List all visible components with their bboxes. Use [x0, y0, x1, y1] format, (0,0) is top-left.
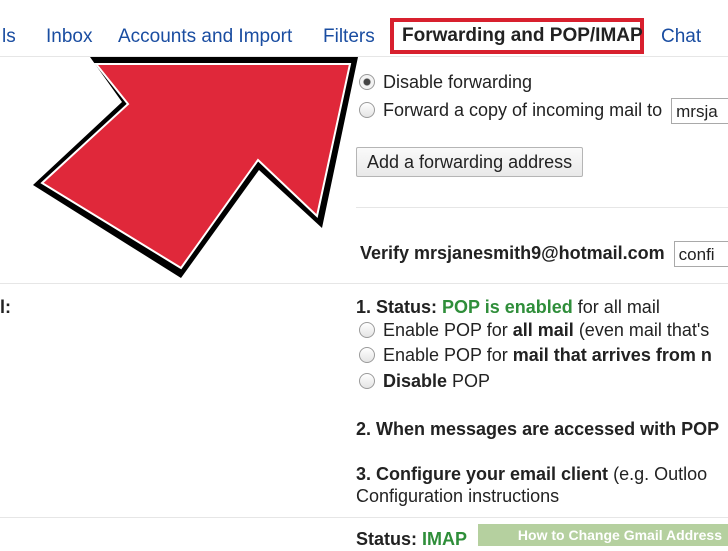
forward-copy-radio[interactable]: [359, 102, 375, 118]
pop-new-mail-option[interactable]: Enable POP for mail that arrives from n: [359, 343, 712, 367]
verify-label: Verify mrsjanesmith9@hotmail.com: [360, 243, 665, 263]
imap-status: Status: IMAP: [356, 527, 467, 551]
add-forwarding-address-button[interactable]: Add a forwarding address: [356, 147, 584, 177]
tab-chat[interactable]: Chat: [661, 24, 701, 50]
pop-step-2: 2. When messages are accessed with POP: [356, 419, 720, 439]
forward-copy-label: Forward a copy of incoming mail to: [383, 100, 663, 120]
pop-status-suffix: for all mail: [577, 297, 660, 317]
section-divider-imap: [0, 517, 728, 518]
pop-new-mail-radio[interactable]: [359, 347, 375, 363]
pop-step-3: 3. Configure your email client (e.g. Out…: [356, 462, 707, 486]
tab-forwarding-pop-imap[interactable]: Forwarding and POP/IMAP: [390, 18, 644, 54]
pop-status-prefix: 1. Status:: [356, 297, 438, 317]
tab-inbox[interactable]: Inbox: [46, 24, 92, 50]
configuration-instructions-link[interactable]: Configuration instructions: [356, 484, 559, 508]
pop-all-mail-option[interactable]: Enable POP for all mail (even mail that'…: [359, 318, 709, 342]
pop-new-mail-bold: mail that arrives from n: [512, 345, 712, 365]
disable-forwarding-radio[interactable]: [359, 74, 375, 90]
pop-all-mail-suffix: (even mail that's: [578, 320, 710, 340]
pop-status-value: POP is enabled: [442, 297, 573, 317]
disable-pop-bold: Disable: [383, 371, 448, 391]
settings-tab-bar: ls Inbox Accounts and Import Filters For…: [0, 0, 728, 57]
imap-status-prefix: Status:: [356, 529, 418, 549]
forward-address-select[interactable]: mrsja: [671, 98, 728, 125]
forward-copy-option[interactable]: Forward a copy of incoming mail to mrsja: [359, 98, 728, 125]
section-divider: [0, 283, 728, 284]
pop-all-mail-prefix: Enable POP for: [383, 320, 508, 340]
pop-all-mail-bold: all mail: [512, 320, 574, 340]
pop-section-heading: l:: [0, 297, 11, 317]
pop-step-3-bold: 3. Configure your email client: [356, 464, 609, 484]
tab-forwarding-label: Forwarding and POP/IMAP: [402, 25, 643, 46]
disable-forwarding-label: Disable forwarding: [383, 72, 533, 92]
tab-filters[interactable]: Filters: [323, 24, 375, 50]
verify-row: Verify mrsjanesmith9@hotmail.com confi: [360, 241, 728, 268]
pop-new-mail-prefix: Enable POP for: [383, 345, 508, 365]
watermark-banner: How to Change Gmail Address: [478, 524, 728, 546]
verification-code-input[interactable]: confi: [673, 241, 728, 268]
disable-pop-radio[interactable]: [359, 373, 375, 389]
disable-forwarding-option[interactable]: Disable forwarding: [359, 70, 532, 94]
pop-status: 1. Status: POP is enabled for all mail: [356, 295, 660, 319]
pop-all-mail-radio[interactable]: [359, 322, 375, 338]
imap-status-value: IMAP: [422, 529, 468, 549]
tab-labels[interactable]: ls: [2, 24, 16, 50]
tab-accounts-and-import[interactable]: Accounts and Import: [118, 24, 292, 50]
divider: [356, 207, 728, 208]
disable-pop-option[interactable]: Disable POP: [359, 369, 490, 393]
pop-step-3-suffix: (e.g. Outloo: [613, 464, 708, 484]
disable-pop-suffix: POP: [452, 371, 491, 391]
